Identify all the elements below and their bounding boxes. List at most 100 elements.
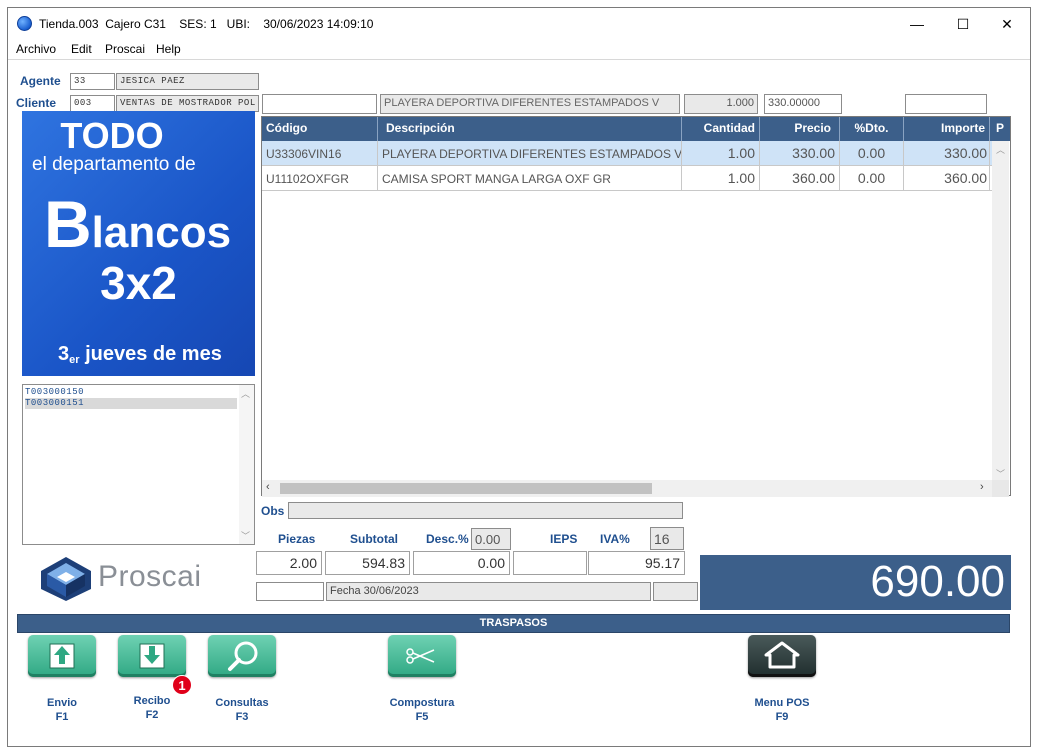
ieps-label: IEPS: [550, 532, 578, 546]
minimize-button[interactable]: —: [894, 8, 940, 40]
menu-archivo[interactable]: Archivo: [16, 42, 56, 56]
scroll-left-icon[interactable]: ‹: [266, 481, 270, 493]
col-codigo[interactable]: Código: [262, 117, 378, 141]
scroll-down-icon[interactable]: ﹀: [241, 529, 250, 542]
promo-line3: Blancos: [44, 189, 254, 259]
scroll-right-icon[interactable]: ›: [980, 481, 984, 493]
menu-proscai[interactable]: Proscai: [105, 42, 145, 56]
section-title-bar: TRASPASOS: [17, 614, 1010, 633]
recibo-label: Recibo F2: [112, 694, 192, 722]
item-price-field[interactable]: 330.00000: [764, 94, 842, 114]
grid-vertical-scrollbar[interactable]: ︿ ﹀: [992, 141, 1009, 481]
envio-button[interactable]: [28, 635, 96, 677]
col-precio[interactable]: Precio: [760, 117, 840, 141]
col-descripcion[interactable]: Descripción: [378, 117, 682, 141]
table-row-selected[interactable]: U33306VIN16 PLAYERA DEPORTIVA DIFERENTES…: [262, 141, 992, 166]
obs-label: Obs: [261, 504, 285, 518]
maximize-button[interactable]: ☐: [940, 8, 986, 40]
client-name-field: VENTAS DE MOSTRADOR POL: [116, 95, 259, 112]
menu-pos-label-text: Menu POS: [754, 697, 810, 709]
desc-amount-value: 0.00: [413, 551, 510, 575]
cell-dto: 0.00: [840, 166, 904, 191]
title-bar[interactable]: Tienda.003 Cajero C31 SES: 1 UBI: 30/06/…: [8, 8, 1030, 40]
col-p[interactable]: P: [990, 117, 1010, 141]
ieps-value: [513, 551, 587, 575]
grid-horizontal-scrollbar[interactable]: ‹ ›: [262, 480, 992, 497]
fecha-left-field[interactable]: [256, 582, 324, 601]
cell-cantidad: 1.00: [682, 141, 760, 166]
menu-pos-label: Menu POS F9: [742, 696, 822, 724]
subtotal-label: Subtotal: [350, 532, 398, 546]
menu-pos-button[interactable]: [748, 635, 816, 677]
agent-name-field: JESICA PAEZ: [116, 73, 259, 90]
recibo-key: F2: [145, 709, 159, 721]
cell-dto: 0.00: [840, 141, 904, 166]
menu-bar: Archivo Edit Proscai Help: [8, 40, 1030, 60]
obs-field[interactable]: [288, 502, 683, 519]
ticket-list[interactable]: T003000150 T003000151 ︿ ﹀: [22, 384, 255, 545]
cell-precio: 360.00: [760, 166, 840, 191]
window-title: Tienda.003 Cajero C31 SES: 1 UBI: 30/06/…: [39, 17, 374, 31]
scroll-thumb[interactable]: [280, 483, 652, 494]
proscai-brand-text: Proscai: [98, 560, 202, 593]
menu-help[interactable]: Help: [156, 42, 181, 56]
ticket-list-scrollbar[interactable]: ︿ ﹀: [239, 385, 254, 544]
scroll-up-icon[interactable]: ︿: [241, 387, 250, 400]
item-extra-field[interactable]: [905, 94, 987, 114]
client-code-field[interactable]: 003: [70, 95, 115, 112]
proscai-logo-icon: [36, 555, 96, 603]
client-label: Cliente: [16, 96, 57, 110]
consultas-label-text: Consultas: [215, 697, 269, 709]
consultas-button[interactable]: [208, 635, 276, 677]
col-dto[interactable]: %Dto.: [840, 117, 904, 141]
piezas-value: 2.00: [256, 551, 322, 575]
agent-code-field[interactable]: 33: [70, 73, 115, 90]
grid-header: Código Descripción Cantidad Precio %Dto.…: [262, 117, 1010, 141]
iva-pct-field[interactable]: 16: [650, 527, 684, 550]
menu-pos-key: F9: [775, 711, 789, 723]
cell-cantidad: 1.00: [682, 166, 760, 191]
close-button[interactable]: ✕: [984, 8, 1030, 40]
scroll-up-icon[interactable]: ︿: [996, 143, 1005, 156]
compostura-key: F5: [415, 711, 429, 723]
envio-label: Envio F1: [22, 696, 102, 724]
cell-importe: 330.00: [904, 141, 990, 166]
download-icon: [139, 643, 165, 669]
promo-line4: 3x2: [100, 257, 177, 309]
scroll-corner: [992, 480, 1009, 497]
compostura-label: Compostura F5: [382, 696, 462, 724]
cell-descripcion: PLAYERA DEPORTIVA DIFERENTES ESTAMPADOS …: [378, 141, 682, 166]
fecha-field: Fecha 30/06/2023: [326, 582, 651, 601]
ticket-item[interactable]: T003000150: [25, 387, 237, 398]
subtotal-value: 594.83: [325, 551, 410, 575]
scroll-down-icon[interactable]: ﹀: [996, 467, 1005, 480]
cell-codigo: U11102OXFGR: [262, 166, 378, 191]
table-row[interactable]: U11102OXFGR CAMISA SPORT MANGA LARGA OXF…: [262, 166, 992, 191]
ticket-item-selected[interactable]: T003000151: [25, 398, 237, 409]
promo-line5-num: 3: [58, 343, 70, 365]
compostura-button[interactable]: [388, 635, 456, 677]
col-cantidad[interactable]: Cantidad: [682, 117, 760, 141]
item-quantity-field[interactable]: 1.000: [684, 94, 758, 114]
home-icon: [764, 641, 800, 669]
search-icon: [228, 641, 258, 671]
upload-icon: [49, 643, 75, 669]
cell-precio: 330.00: [760, 141, 840, 166]
col-importe[interactable]: Importe: [904, 117, 990, 141]
items-grid[interactable]: Código Descripción Cantidad Precio %Dto.…: [261, 116, 1011, 497]
promo-line5: 3er jueves de mes: [58, 343, 255, 366]
promo-line5-rest: jueves de mes: [79, 343, 222, 365]
promo-line5-sup: er: [69, 354, 80, 366]
desc-pct-field[interactable]: 0.00: [471, 528, 511, 550]
item-code-input[interactable]: [262, 94, 377, 114]
scissors-icon: [406, 648, 435, 664]
recibo-button[interactable]: [118, 635, 186, 677]
consultas-label: Consultas F3: [202, 696, 282, 724]
promo-banner: TODO el departamento de Blancos 3x2 3er …: [22, 111, 255, 376]
promo-line3-rest: lancos: [91, 208, 232, 257]
piezas-label: Piezas: [278, 532, 316, 546]
menu-edit[interactable]: Edit: [71, 42, 92, 56]
cell-codigo: U33306VIN16: [262, 141, 378, 166]
desc-label: Desc.%: [426, 532, 469, 546]
promo-line3-initial: B: [44, 187, 92, 261]
